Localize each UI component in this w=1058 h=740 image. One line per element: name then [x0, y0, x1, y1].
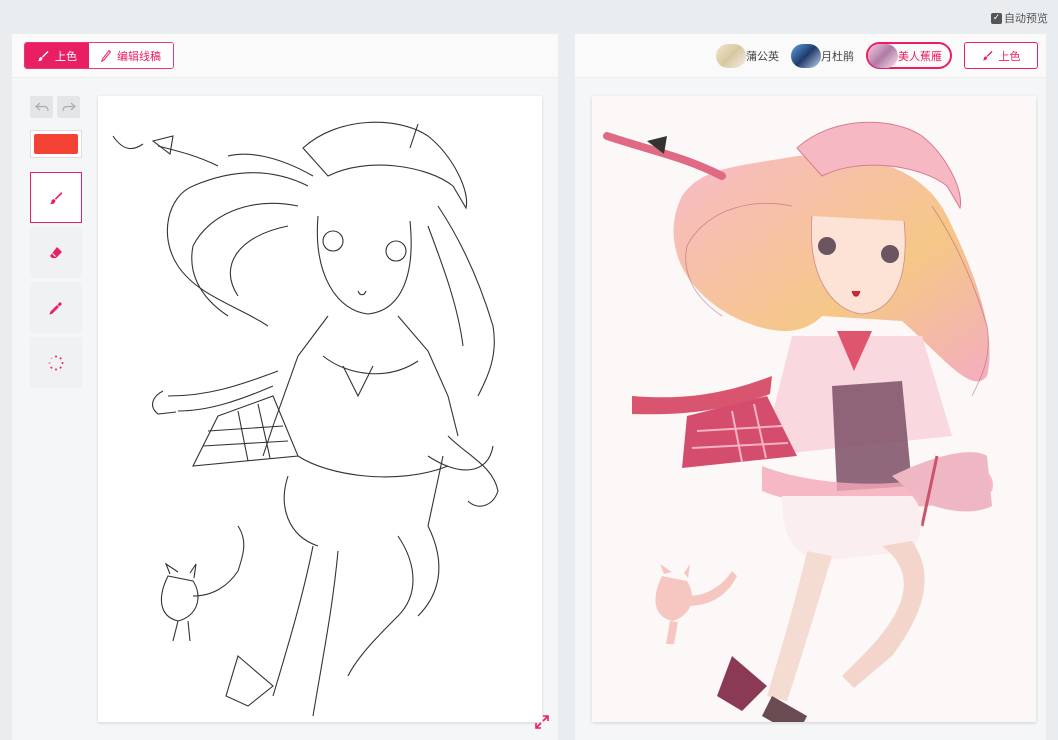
undo-button[interactable]: [30, 96, 53, 118]
eraser-tool[interactable]: [30, 227, 82, 278]
eyedropper-icon: [49, 301, 62, 315]
brush-icon: [37, 50, 49, 61]
lineart-drawing: [112, 121, 499, 717]
colorize-button-label: 上色: [998, 49, 1021, 63]
style-option-3-label: 美人蕉雁: [898, 49, 942, 63]
color-picker[interactable]: [30, 130, 82, 158]
loading-tool[interactable]: [30, 337, 82, 388]
style-option-2-label: 月杜鹃: [821, 49, 854, 63]
result-panel-header: 蒲公英 月杜鹃 美人蕉雁 上色: [575, 34, 1046, 78]
style-option-3[interactable]: 美人蕉雁: [866, 42, 952, 69]
mode-tabs: 上色 编辑线稿: [24, 42, 174, 69]
result-canvas: [592, 96, 1036, 736]
undo-icon: [34, 102, 49, 112]
auto-preview-toggle[interactable]: ✓ 自动预览: [991, 10, 1048, 26]
brush-icon: [49, 191, 63, 204]
tab-colorize-label: 上色: [55, 49, 77, 63]
expand-icon: [535, 715, 549, 729]
eyedropper-tool[interactable]: [30, 282, 82, 333]
brush-icon: [982, 50, 993, 61]
brush-tool[interactable]: [30, 172, 82, 223]
tab-colorize[interactable]: 上色: [25, 43, 89, 68]
spinner-icon: [48, 355, 64, 370]
style-option-1[interactable]: 蒲公英: [716, 42, 779, 69]
toolbox: [30, 96, 82, 392]
style-option-2[interactable]: 月杜鹃: [791, 42, 854, 69]
style-option-1-label: 蒲公英: [746, 49, 779, 63]
colorized-drawing: [592, 96, 1036, 736]
redo-button[interactable]: [57, 96, 80, 118]
lineart-panel: 上色 编辑线稿: [12, 34, 558, 740]
lineart-panel-header: 上色 编辑线稿: [12, 34, 558, 78]
result-panel: 蒲公英 月杜鹃 美人蕉雁 上色: [575, 34, 1046, 740]
redo-icon: [61, 102, 76, 112]
fullscreen-button[interactable]: [534, 714, 550, 734]
colorize-button[interactable]: 上色: [964, 42, 1038, 69]
undo-redo-group: [30, 96, 82, 118]
eraser-icon: [50, 246, 62, 258]
pencil-icon: [101, 49, 111, 62]
tab-edit-lineart[interactable]: 编辑线稿: [89, 43, 173, 68]
auto-preview-label: 自动预览: [1004, 12, 1048, 25]
current-color-swatch: [34, 134, 78, 154]
tab-edit-lineart-label: 编辑线稿: [117, 49, 161, 63]
lineart-canvas[interactable]: [98, 96, 542, 722]
auto-preview-checkbox[interactable]: ✓: [991, 12, 1002, 24]
